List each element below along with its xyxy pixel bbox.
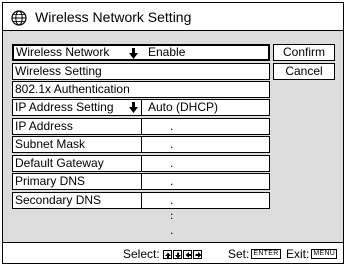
row-ip-address-setting[interactable]: IP Address Setting Auto (DHCP) [12,99,270,116]
row-label: Primary DNS [15,174,86,188]
confirm-button[interactable]: Confirm [273,44,335,61]
left-arrow-key-icon [182,249,192,259]
set-label: Set: [228,247,250,261]
down-arrow-key-icon [172,249,182,259]
page-title: Wireless Network Setting [35,9,192,25]
secondary-dns-value: . . . [170,193,187,237]
globe-icon [11,10,27,26]
right-arrow-key-icon [192,249,202,259]
row-label: IP Address [15,119,73,133]
title-bar: Wireless Network Setting [3,3,343,31]
dropdown-arrow-icon[interactable] [129,48,138,59]
row-ip-address[interactable]: IP Address . . . [12,118,270,163]
row-label: 802.1x Authentication [15,82,130,96]
row-label: Wireless Network [16,45,110,59]
footer-exit-hint: Exit: MENU [286,247,338,261]
row-primary-dns[interactable]: Primary DNS . . . [12,173,270,218]
secondary-dns-field[interactable]: . . . [141,193,173,237]
ip-address-setting-value: Auto (DHCP) [148,100,219,114]
enter-key-icon: ENTER [251,249,281,259]
row-label: Secondary DNS [15,193,102,207]
row-subnet-mask[interactable]: Subnet Mask . . . [12,136,270,181]
select-label: Select: [123,247,160,261]
row-label: Wireless Setting [15,64,102,78]
ip-address-setting-select[interactable]: Auto (DHCP) [129,100,218,115]
default-gateway-field[interactable]: . . . [141,156,173,200]
footer-select-hint: Select: [123,247,202,261]
row-wireless-setting[interactable]: Wireless Setting [12,63,270,80]
ip-address-field[interactable]: . . . [141,119,173,163]
cancel-button[interactable]: Cancel [273,63,335,80]
up-arrow-key-icon [162,249,172,259]
settings-panel: Wireless Network Enable Wireless Setting… [3,31,343,242]
dropdown-arrow-icon[interactable] [129,102,138,113]
row-8021x-authentication[interactable]: 802.1x Authentication [12,81,270,98]
menu-key-icon: MENU [311,249,338,259]
wireless-network-value: Enable [148,45,186,59]
primary-dns-field[interactable]: . . . [141,174,173,218]
subnet-mask-field[interactable]: . . . [141,137,173,181]
row-default-gateway[interactable]: Default Gateway . . . [12,155,270,200]
row-wireless-network[interactable]: Wireless Network Enable [12,44,270,61]
footer-set-hint: Set: ENTER [228,247,281,261]
footer-bar: Select: Set: ENTER Exit: MENU [3,242,343,264]
row-secondary-dns[interactable]: Secondary DNS . . . [12,192,270,237]
row-label: Subnet Mask [15,137,86,151]
row-label: Default Gateway [15,156,104,170]
exit-label: Exit: [286,247,310,261]
row-label: IP Address Setting [15,100,114,114]
